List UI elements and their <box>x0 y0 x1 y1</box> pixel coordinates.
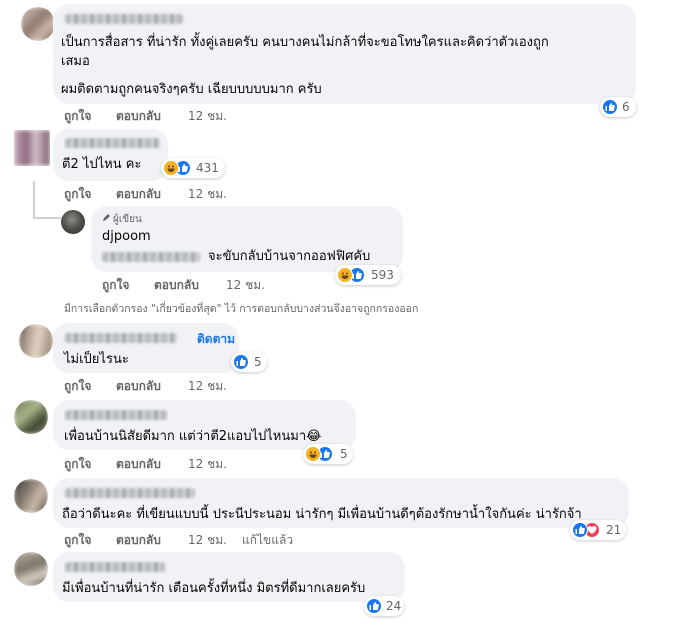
follow-button[interactable]: ติดตาม <box>197 330 235 349</box>
like-button[interactable]: ถูกใจ <box>64 532 91 548</box>
reaction-count: 24 <box>386 599 402 613</box>
like-reaction-icon <box>366 598 382 614</box>
reply-button[interactable]: ตอบกลับ <box>116 108 161 124</box>
reaction-summary[interactable]: 5 <box>231 352 267 372</box>
timestamp[interactable]: 12 ชม. <box>188 456 227 472</box>
reaction-count: 5 <box>254 355 262 369</box>
reaction-summary[interactable]: 6 <box>600 97 636 117</box>
comment: เพื่อนบ้านนิสัยดีมาก แต่ว่าตี2แอบไปไหนมา… <box>0 396 683 474</box>
comment-text: เป็นการสื่อสาร ที่น่ารัก ทั้งคู่เลยครับ … <box>61 35 549 50</box>
author-name[interactable] <box>65 488 195 498</box>
like-button[interactable]: ถูกใจ <box>64 108 91 124</box>
badge-label: ผู้เขียน <box>113 214 142 225</box>
author-name[interactable] <box>65 333 177 343</box>
comment-text: ไม่เป็ยไรนะ <box>64 352 129 367</box>
reply-button[interactable]: ตอบกลับ <box>116 456 161 472</box>
comment: ติดตาม ไม่เป็ยไรนะ 5 ถูกใจ ตอบกลับ 12 ชม… <box>0 318 683 394</box>
comment-bubble: ติดตาม ไม่เป็ยไรนะ <box>53 323 239 373</box>
reaction-count: 21 <box>606 523 622 537</box>
timestamp[interactable]: 12 ชม. <box>188 108 227 124</box>
comment-bubble: เป็นการสื่อสาร ที่น่ารัก ทั้งคู่เลยครับ … <box>53 4 636 104</box>
comment-actions: ถูกใจ ตอบกลับ 12 ชม. <box>64 108 364 124</box>
comment-bubble: ตี2 ไปไหน คะ <box>53 129 168 181</box>
reply: ผู้เขียน djpoom จะขับกลับบ้านจากออฟฟิศคั… <box>0 200 683 300</box>
author-name[interactable] <box>65 562 165 572</box>
author-name[interactable]: djpoom <box>102 228 151 246</box>
comment: ตี2 ไปไหน คะ 431 ถูกใจ ตอบกลับ 12 ชม. <box>0 126 683 201</box>
comment-actions: ถูกใจ ตอบกลับ 12 ชม. <box>64 378 364 394</box>
author-badge: ผู้เขียน <box>102 212 142 227</box>
like-button[interactable]: ถูกใจ <box>64 456 91 472</box>
comment: มีเพื่อนบ้านที่น่ารัก เตือนครั้งที่หนึ่ง… <box>0 548 683 631</box>
reply-button[interactable]: ตอบกลับ <box>116 378 161 394</box>
reaction-count: 593 <box>371 268 394 282</box>
avatar[interactable] <box>21 7 55 41</box>
comment-text: จะขับกลับบ้านจากออฟฟิศคับ <box>208 249 371 264</box>
comment: เป็นการสื่อสาร ที่น่ารัก ทั้งคู่เลยครับ … <box>0 0 683 126</box>
comment-bubble: มีเพื่อนบ้านที่น่ารัก เตือนครั้งที่หนึ่ง… <box>53 552 405 602</box>
reply-bubble: ผู้เขียน djpoom จะขับกลับบ้านจากออฟฟิศคั… <box>91 206 403 272</box>
reaction-summary[interactable]: 21 <box>570 520 626 540</box>
reaction-count: 6 <box>622 100 630 114</box>
comment-text: เสมอ <box>61 54 90 69</box>
comment-text: ตี2 ไปไหน คะ <box>62 157 142 172</box>
haha-reaction-icon <box>305 446 321 462</box>
reaction-summary[interactable]: 593 <box>335 265 401 285</box>
timestamp[interactable]: 12 ชม. <box>226 277 265 293</box>
comment-text: ผมติดตามถูกคนจริงๆครับ เฉียบบบบบมาก ครับ <box>61 82 322 97</box>
reply-actions: ถูกใจ ตอบกลับ 12 ชม. <box>102 277 362 293</box>
author-name[interactable] <box>65 138 160 148</box>
like-reaction-icon <box>602 99 618 115</box>
haha-reaction-icon <box>163 160 179 176</box>
author-name[interactable] <box>65 410 167 420</box>
avatar[interactable] <box>14 400 48 434</box>
pencil-icon <box>102 213 111 222</box>
reaction-count: 431 <box>196 161 219 175</box>
like-button[interactable]: ถูกใจ <box>102 277 129 293</box>
like-reaction-icon <box>572 522 588 538</box>
mentioned-name[interactable] <box>102 252 200 262</box>
avatar[interactable] <box>14 479 48 513</box>
edited-label[interactable]: แก้ไขแล้ว <box>242 532 293 548</box>
reaction-summary[interactable]: 431 <box>161 158 225 178</box>
comment: ถือว่าดีนะคะ ที่เขียนแบบนี้ ประนีประนอม … <box>0 474 683 550</box>
timestamp[interactable]: 12 ชม. <box>188 532 227 548</box>
like-reaction-icon <box>233 354 249 370</box>
reply-button[interactable]: ตอบกลับ <box>154 277 199 293</box>
reply-button[interactable]: ตอบกลับ <box>116 532 161 548</box>
reaction-summary[interactable]: 24 <box>364 596 404 616</box>
comment-text: มีเพื่อนบ้านที่น่ารัก เตือนครั้งที่หนึ่ง… <box>62 581 366 596</box>
filter-notice: มีการเลือกตัวกรอง "เกี่ยวข้องที่สุด" ไว้… <box>64 303 419 315</box>
like-button[interactable]: ถูกใจ <box>64 378 91 394</box>
comment-bubble: เพื่อนบ้านนิสัยดีมาก แต่ว่าตี2แอบไปไหนมา… <box>53 400 356 450</box>
comment-bubble: ถือว่าดีนะคะ ที่เขียนแบบนี้ ประนีประนอม … <box>53 478 629 528</box>
comment-actions: ถูกใจ ตอบกลับ 12 ชม. แก้ไขแล้ว <box>64 532 384 548</box>
avatar[interactable] <box>14 552 48 586</box>
haha-reaction-icon <box>337 267 353 283</box>
timestamp[interactable]: 12 ชม. <box>188 378 227 394</box>
author-name[interactable] <box>65 14 183 24</box>
author-avatar[interactable] <box>61 210 85 234</box>
avatar[interactable] <box>19 324 53 358</box>
comment-text: เพื่อนบ้านนิสัยดีมาก แต่ว่าตี2แอบไปไหนมา… <box>64 429 322 444</box>
avatar[interactable] <box>14 130 50 166</box>
comment-text: ถือว่าดีนะคะ ที่เขียนแบบนี้ ประนีประนอม … <box>62 507 582 522</box>
